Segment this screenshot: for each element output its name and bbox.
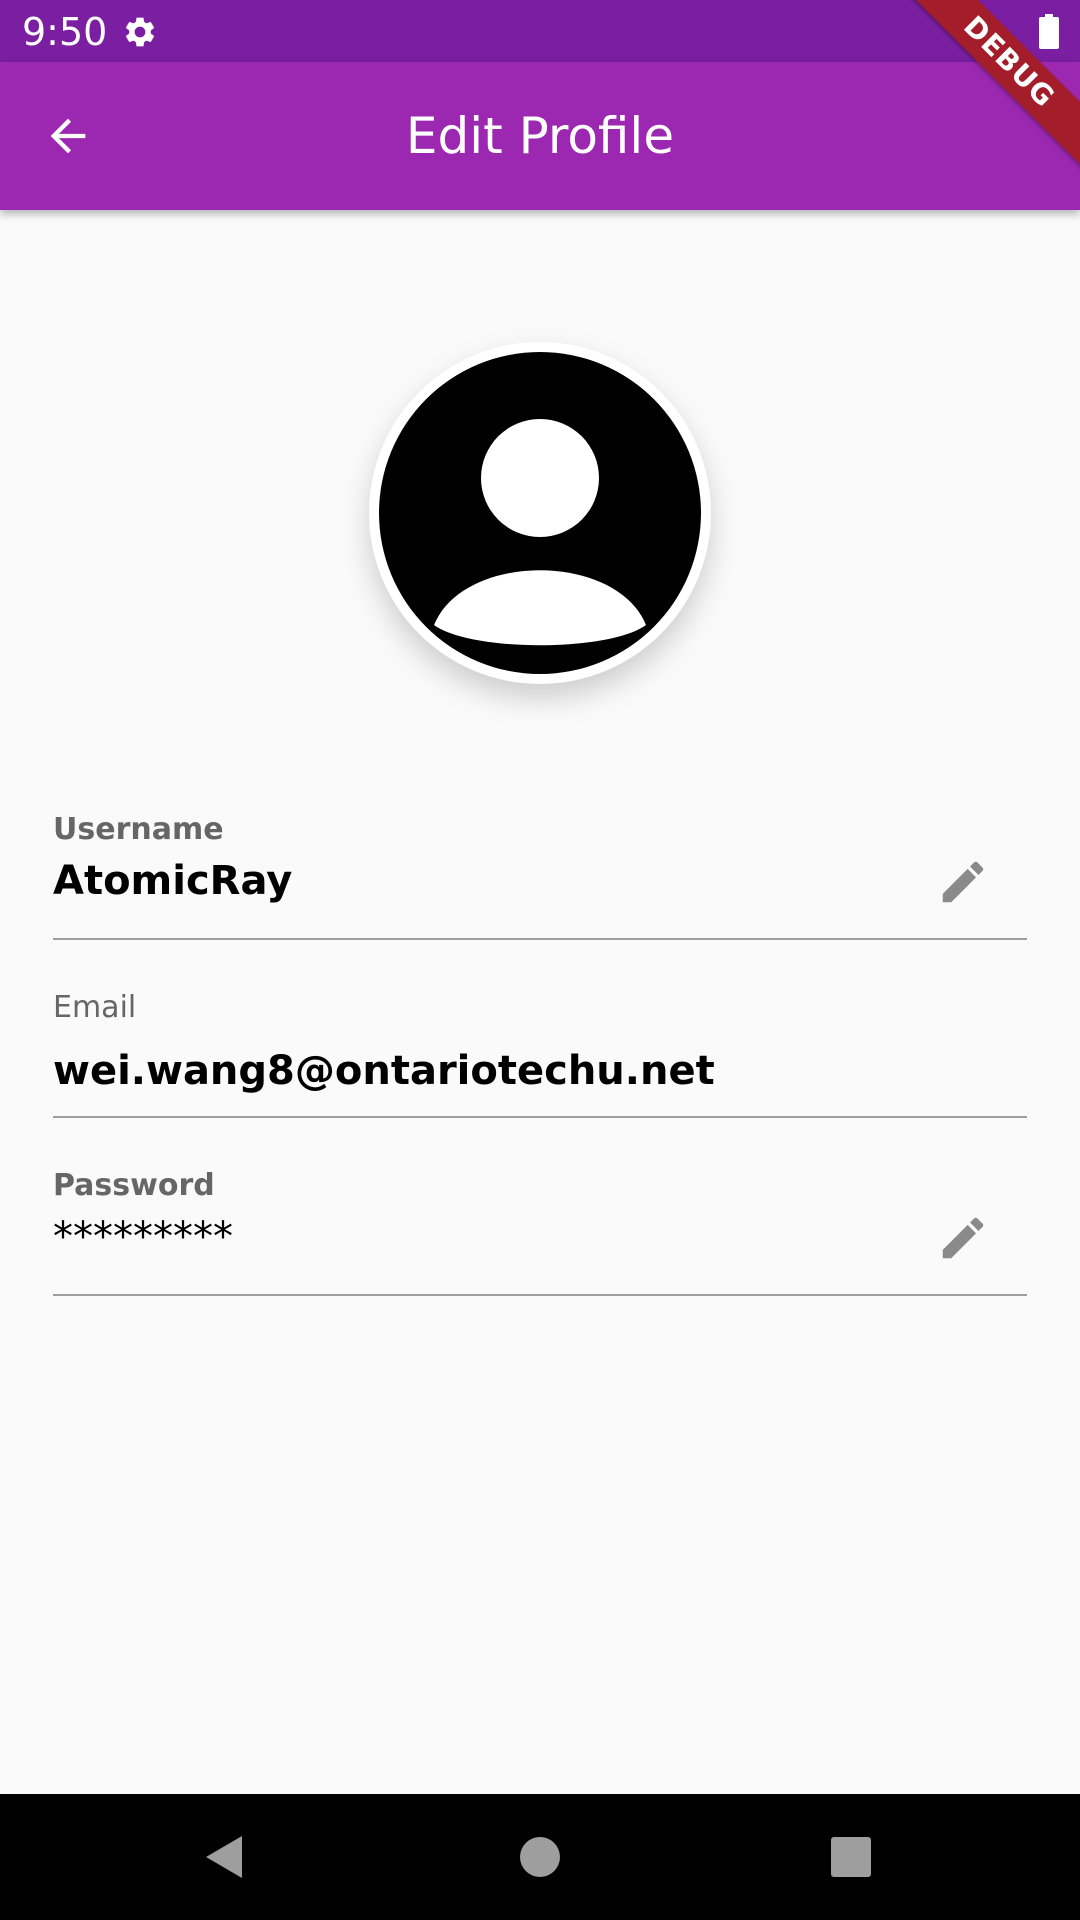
password-label: Password xyxy=(53,1168,215,1203)
avatar[interactable] xyxy=(369,342,711,684)
page-title: Edit Profile xyxy=(405,107,675,165)
pencil-icon xyxy=(942,1217,984,1259)
account-circle-icon xyxy=(379,352,701,674)
edit-password-button[interactable] xyxy=(933,1208,993,1268)
system-nav-bar xyxy=(0,1794,1080,1920)
edit-profile-screen: 9:50 Edit Profile DEBUG Username AtomicR… xyxy=(0,0,1080,1920)
password-field[interactable]: Password ********* xyxy=(53,1164,1027,1296)
username-field[interactable]: Username AtomicRay xyxy=(53,808,1027,940)
back-triangle-icon xyxy=(206,1836,242,1878)
pencil-icon xyxy=(942,861,984,903)
gear-icon xyxy=(122,14,158,50)
status-time: 9:50 xyxy=(22,10,108,54)
password-value: ********* xyxy=(53,1214,233,1260)
email-field[interactable]: Email wei.wang8@ontariotechu.net xyxy=(53,986,1027,1118)
nav-back-button[interactable] xyxy=(192,1824,258,1890)
edit-username-button[interactable] xyxy=(933,852,993,912)
nav-home-button[interactable] xyxy=(507,1824,573,1890)
username-value: AtomicRay xyxy=(53,858,293,904)
email-label: Email xyxy=(53,990,137,1025)
email-value: wei.wang8@ontariotechu.net xyxy=(53,1048,715,1094)
status-bar: 9:50 xyxy=(0,0,1080,62)
nav-recents-button[interactable] xyxy=(818,1824,884,1890)
username-label: Username xyxy=(53,812,224,847)
recents-square-icon xyxy=(831,1837,871,1877)
battery-icon xyxy=(1038,14,1060,50)
app-bar: Edit Profile xyxy=(0,62,1080,210)
home-circle-icon xyxy=(520,1837,560,1877)
